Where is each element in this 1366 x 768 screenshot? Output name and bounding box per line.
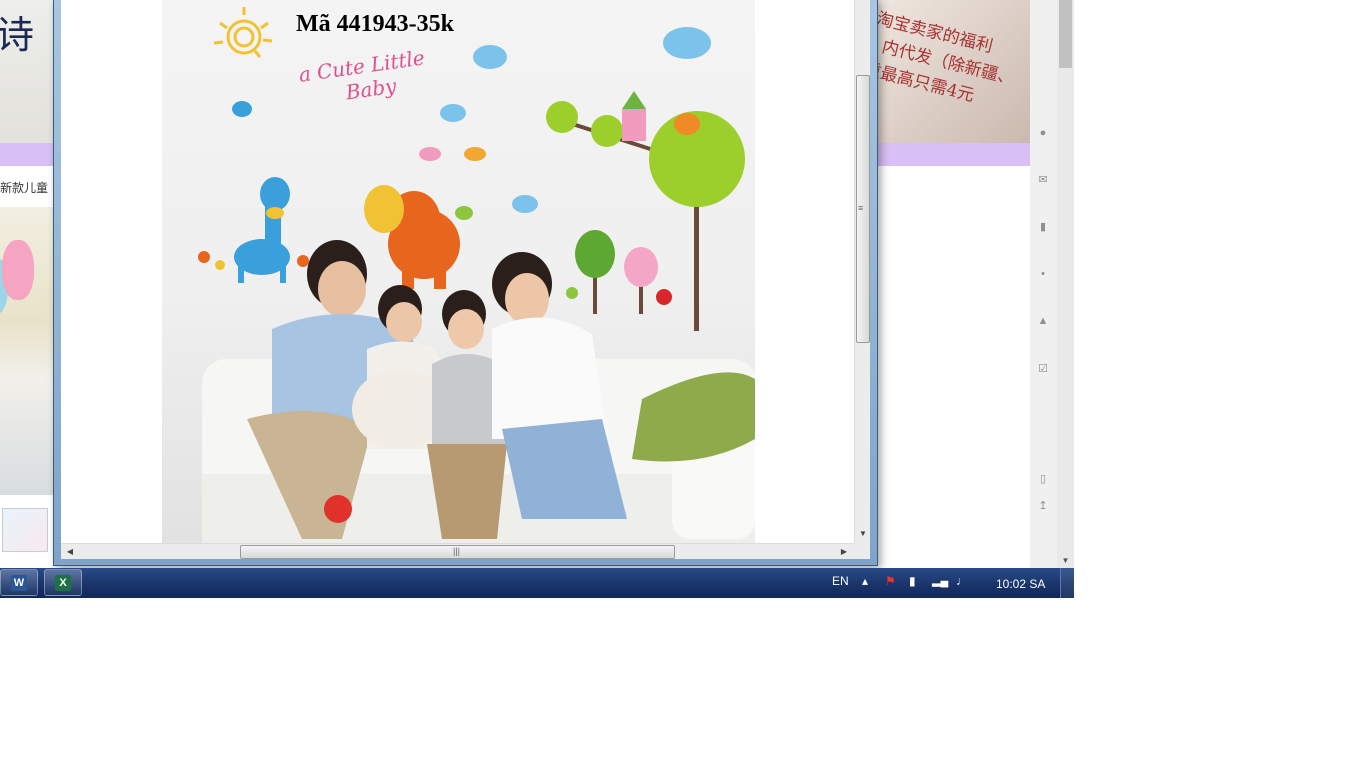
scroll-down-arrow-icon[interactable]: ▼ — [1057, 554, 1074, 568]
side-tool-rail: ● ✉ ▮ • ▲ ☑ ▯ ↥ — [1030, 0, 1057, 568]
phone-icon[interactable]: ▯ — [1037, 473, 1049, 485]
image-viewer-content: Mã 441943-35k a Cute Little Baby ≡ ▼ ◀ |… — [61, 0, 870, 559]
language-indicator[interactable]: EN — [832, 574, 849, 588]
show-hidden-icons-icon[interactable]: ▴ — [862, 574, 868, 588]
product-code-label: Mã 441943-35k — [296, 11, 454, 37]
word-icon: W — [11, 575, 27, 591]
taskbar-excel-button[interactable]: X — [44, 569, 82, 596]
show-desktop-button[interactable] — [1060, 568, 1075, 598]
page-scrollbar[interactable]: ▼ — [1057, 0, 1074, 568]
action-center-flag-icon[interactable]: ⚑ — [885, 574, 896, 588]
footprint-icon[interactable]: • — [1037, 268, 1049, 280]
cartoon-figure — [2, 240, 34, 300]
page-scrollbar-thumb[interactable] — [1059, 0, 1072, 68]
sun-icon — [213, 7, 273, 58]
resize-grip[interactable] — [854, 543, 870, 559]
banner-glyph: 诗 — [0, 13, 35, 57]
scroll-down-arrow-icon[interactable]: ▼ — [855, 527, 870, 541]
product-caption-left[interactable]: 新款儿童 — [0, 179, 48, 196]
viewer-vertical-scrollbar[interactable]: ≡ ▼ — [854, 0, 870, 543]
product-photo: Mã 441943-35k a Cute Little Baby — [162, 0, 755, 543]
scroll-left-arrow-icon[interactable]: ◀ — [63, 544, 77, 559]
power-icon[interactable]: ▮ — [909, 574, 916, 588]
bell-icon[interactable]: ▲ — [1037, 315, 1049, 327]
purple-stripe-right — [878, 143, 1030, 166]
shop-banner-right[interactable]: 淘宝卖家的福利 内代发（除新疆、 重最高只需4元 — [862, 0, 1030, 143]
scroll-right-arrow-icon[interactable]: ▶ — [837, 544, 851, 559]
mail-icon[interactable]: ✉ — [1037, 174, 1049, 186]
back-to-top-icon[interactable]: ↥ — [1037, 500, 1049, 512]
excel-icon: X — [55, 575, 71, 591]
taskbar: W X EN ▴ ⚑ ▮ ▂▄ ♩ 10:02 SA — [0, 568, 1075, 598]
checklist-icon[interactable]: ☑ — [1037, 363, 1049, 375]
banner-promo-text: 淘宝卖家的福利 内代发（除新疆、 重最高只需4元 — [861, 6, 1023, 117]
scroll-grip-icon: ≡ — [858, 203, 864, 213]
shop-banner-left: 诗 — [0, 0, 55, 143]
scroll-grip-icon: ||| — [453, 546, 461, 556]
elephant-illustration — [364, 185, 460, 289]
user-icon[interactable]: ● — [1037, 127, 1049, 139]
horizontal-scroll-thumb[interactable]: ||| — [240, 545, 675, 559]
image-viewer-window: Mã 441943-35k a Cute Little Baby ≡ ▼ ◀ |… — [53, 0, 878, 566]
bookmark-icon[interactable]: ▮ — [1037, 221, 1049, 233]
taskbar-clock[interactable]: 10:02 SA — [996, 577, 1045, 591]
giraffe-illustration — [234, 177, 290, 283]
viewer-horizontal-scrollbar[interactable]: ◀ ||| ▶ — [61, 543, 854, 559]
volume-icon[interactable]: ♩ — [956, 574, 968, 588]
photo-illustration — [198, 7, 755, 543]
taskbar-word-button[interactable]: W — [0, 569, 38, 596]
network-signal-icon[interactable]: ▂▄ — [932, 574, 948, 587]
purple-stripe-left — [0, 143, 55, 166]
desktop: 诗 新款儿童 淘宝卖家的福利 内代发（除新疆、 重最高只需4元 ● ✉ ▮ • … — [0, 0, 1074, 568]
background-page-left: 诗 新款儿童 — [0, 0, 55, 568]
mini-thumbnail[interactable] — [2, 508, 48, 552]
small-trees — [575, 230, 672, 314]
